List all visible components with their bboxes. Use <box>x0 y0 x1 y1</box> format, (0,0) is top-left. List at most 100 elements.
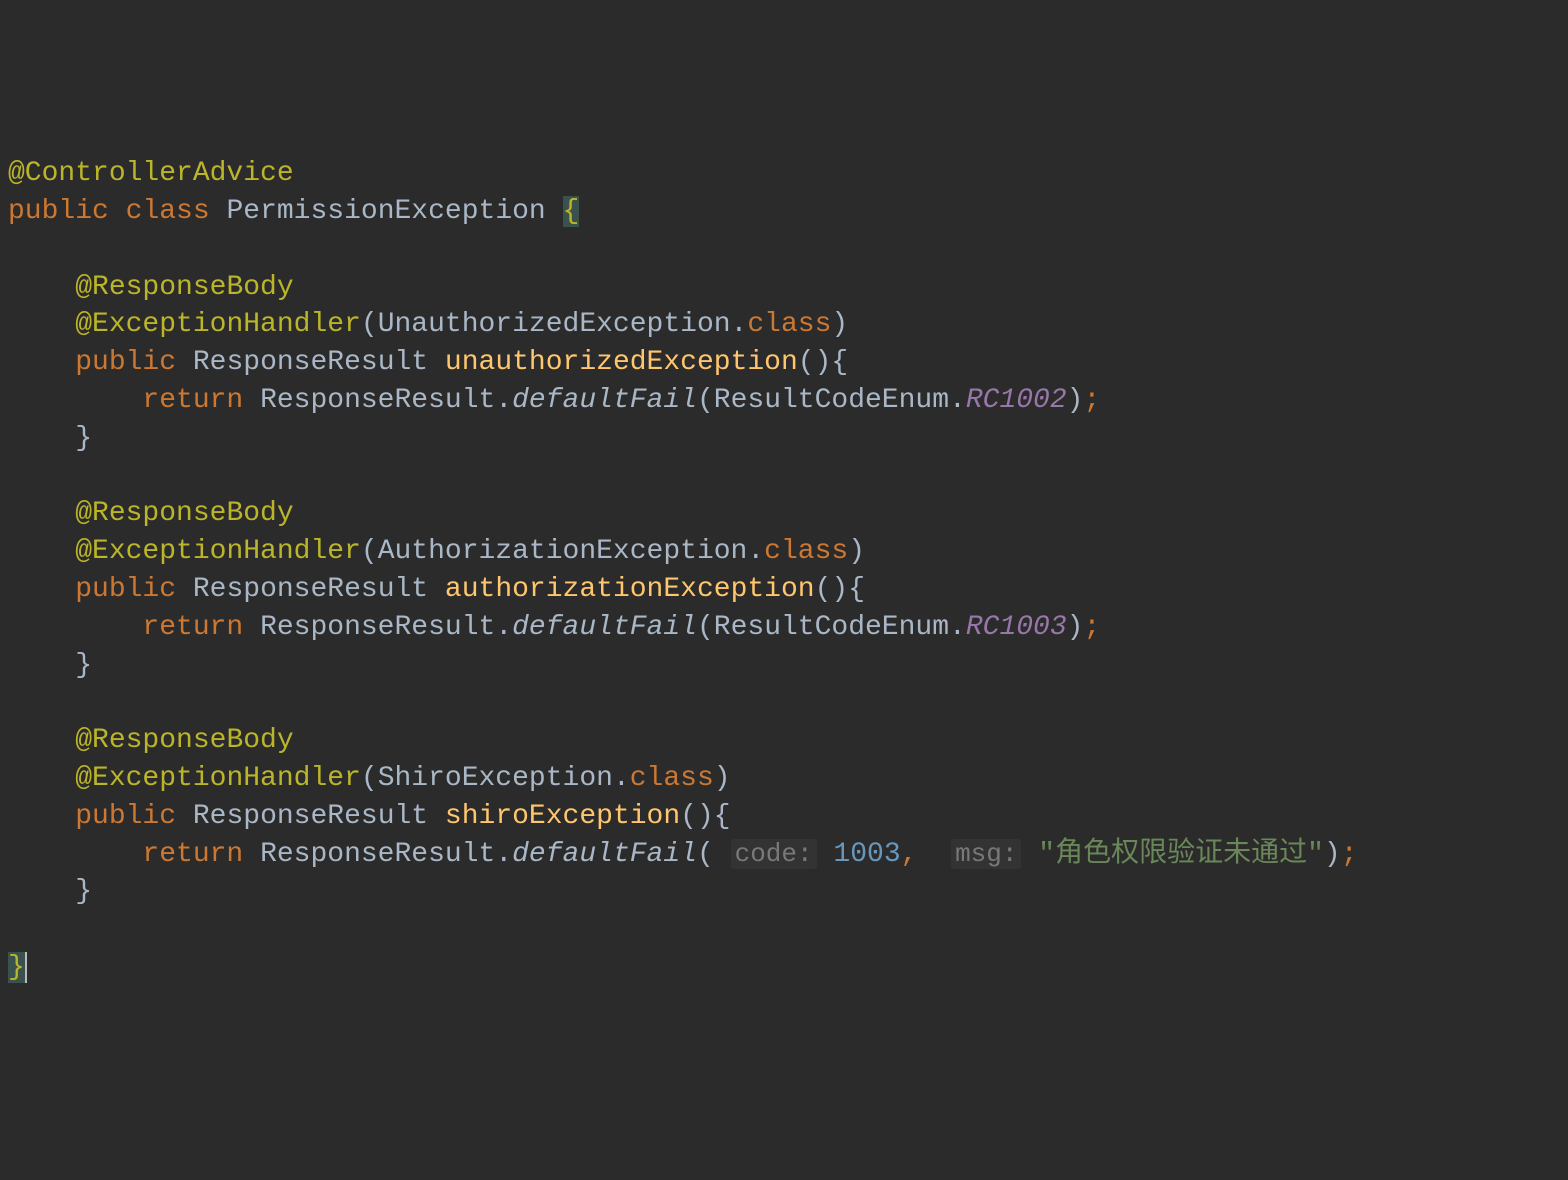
annotation-responsebody: @ResponseBody <box>75 725 293 756</box>
semicolon: ; <box>1341 839 1358 870</box>
parameter-hint-code: code: <box>731 839 817 869</box>
code-line[interactable]: @ResponseBody <box>8 269 1560 307</box>
code-line[interactable]: public ResponseResult authorizationExcep… <box>8 571 1560 609</box>
return-type: ResponseResult <box>193 347 428 378</box>
brace-close: } <box>75 650 92 681</box>
call-class: ResponseResult <box>260 839 495 870</box>
code-line[interactable]: } <box>8 949 1560 987</box>
code-line[interactable]: @ResponseBody <box>8 722 1560 760</box>
brace-open: { <box>714 801 731 832</box>
paren-close: ) <box>831 309 848 340</box>
method-call: defaultFail <box>512 385 697 416</box>
annotation-exceptionhandler: @ExceptionHandler <box>75 536 361 567</box>
annotation-exceptionhandler: @ExceptionHandler <box>75 309 361 340</box>
dot: . <box>949 612 966 643</box>
keyword-class: class <box>764 536 848 567</box>
annotation: @ControllerAdvice <box>8 158 294 189</box>
keyword-class: class <box>747 309 831 340</box>
code-line[interactable]: } <box>8 873 1560 911</box>
code-line[interactable]: @ExceptionHandler(ShiroException.class) <box>8 760 1560 798</box>
annotation-responsebody: @ResponseBody <box>75 272 293 303</box>
comma: , <box>901 839 918 870</box>
code-line[interactable]: public ResponseResult shiroException(){ <box>8 798 1560 836</box>
code-line[interactable]: @ResponseBody <box>8 495 1560 533</box>
return-type: ResponseResult <box>193 801 428 832</box>
code-line[interactable]: } <box>8 420 1560 458</box>
paren-close: ) <box>714 763 731 794</box>
number-literal: 1003 <box>833 839 900 870</box>
paren-open: ( <box>697 839 714 870</box>
exception-type: ShiroException <box>378 763 613 794</box>
paren-close: ) <box>1067 612 1084 643</box>
call-class: ResponseResult <box>260 385 495 416</box>
method-name: unauthorizedException <box>445 347 798 378</box>
method-name: authorizationException <box>445 574 815 605</box>
call-class: ResponseResult <box>260 612 495 643</box>
code-line[interactable]: return ResponseResult.defaultFail( code:… <box>8 836 1560 874</box>
brace-close: } <box>75 423 92 454</box>
dot: . <box>613 763 630 794</box>
semicolon: ; <box>1083 612 1100 643</box>
annotation-responsebody: @ResponseBody <box>75 498 293 529</box>
dot: . <box>495 385 512 416</box>
method-call: defaultFail <box>512 839 697 870</box>
brace-close: } <box>75 876 92 907</box>
keyword-return: return <box>142 839 243 870</box>
paren: () <box>815 574 849 605</box>
keyword-public: public <box>75 801 176 832</box>
paren: () <box>798 347 832 378</box>
annotation-exceptionhandler: @ExceptionHandler <box>75 763 361 794</box>
code-line[interactable]: public class PermissionException { <box>8 193 1560 231</box>
arg-class: ResultCodeEnum <box>714 385 949 416</box>
open-brace: { <box>563 196 580 227</box>
empty-line[interactable] <box>8 458 1560 496</box>
enum-value: RC1002 <box>966 385 1067 416</box>
keyword-class: class <box>630 763 714 794</box>
paren-close: ) <box>1324 839 1341 870</box>
cursor <box>25 952 27 983</box>
brace-open: { <box>831 347 848 378</box>
paren: () <box>680 801 714 832</box>
keyword-public: public <box>8 196 109 227</box>
paren-open: ( <box>361 536 378 567</box>
brace-open: { <box>848 574 865 605</box>
arg-class: ResultCodeEnum <box>714 612 949 643</box>
keyword-public: public <box>75 347 176 378</box>
method-name: shiroException <box>445 801 680 832</box>
paren-open: ( <box>361 309 378 340</box>
paren-open: ( <box>361 763 378 794</box>
exception-type: AuthorizationException <box>378 536 748 567</box>
parameter-hint-msg: msg: <box>951 839 1021 869</box>
dot: . <box>731 309 748 340</box>
keyword-return: return <box>142 612 243 643</box>
empty-line[interactable] <box>8 231 1560 269</box>
dot: . <box>495 612 512 643</box>
paren-open: ( <box>697 385 714 416</box>
class-name: PermissionException <box>226 196 545 227</box>
empty-line[interactable] <box>8 684 1560 722</box>
paren-open: ( <box>697 612 714 643</box>
paren-close: ) <box>848 536 865 567</box>
semicolon: ; <box>1083 385 1100 416</box>
string-literal: "角色权限验证未通过" <box>1038 839 1324 870</box>
enum-value: RC1003 <box>966 612 1067 643</box>
paren-close: ) <box>1067 385 1084 416</box>
code-line[interactable]: public ResponseResult unauthorizedExcept… <box>8 344 1560 382</box>
keyword-public: public <box>75 574 176 605</box>
code-line[interactable]: return ResponseResult.defaultFail(Result… <box>8 609 1560 647</box>
code-line[interactable]: @ExceptionHandler(UnauthorizedException.… <box>8 306 1560 344</box>
return-type: ResponseResult <box>193 574 428 605</box>
keyword-return: return <box>142 385 243 416</box>
dot: . <box>495 839 512 870</box>
empty-line[interactable] <box>8 911 1560 949</box>
method-call: defaultFail <box>512 612 697 643</box>
code-line[interactable]: @ControllerAdvice <box>8 155 1560 193</box>
keyword-class: class <box>126 196 210 227</box>
code-line[interactable]: @ExceptionHandler(AuthorizationException… <box>8 533 1560 571</box>
dot: . <box>949 385 966 416</box>
code-line[interactable]: return ResponseResult.defaultFail(Result… <box>8 382 1560 420</box>
code-editor[interactable]: @ControllerAdvice public class Permission… <box>8 155 1560 987</box>
close-brace: } <box>8 952 25 983</box>
exception-type: UnauthorizedException <box>378 309 731 340</box>
code-line[interactable]: } <box>8 647 1560 685</box>
